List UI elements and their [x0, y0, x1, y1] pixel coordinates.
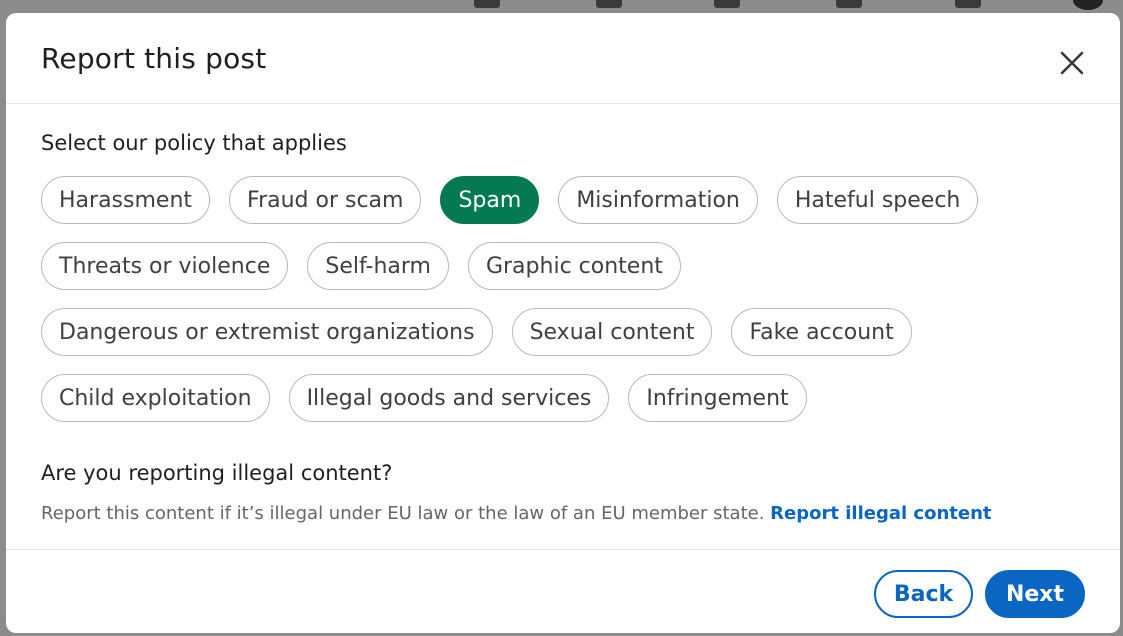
chip-hateful-speech[interactable]: Hateful speech — [776, 176, 979, 224]
close-button[interactable] — [1056, 47, 1088, 79]
dialog-header: Report this post — [6, 13, 1120, 104]
report-illegal-content-link[interactable]: Report illegal content — [770, 503, 991, 524]
nav-home-icon — [474, 0, 500, 8]
chip-fake-account[interactable]: Fake account — [731, 308, 912, 356]
dialog-footer: Back Next — [6, 549, 1120, 633]
chip-illegal-goods[interactable]: Illegal goods and services — [288, 374, 610, 422]
chip-dangerous-organizations[interactable]: Dangerous or extremist organizations — [41, 308, 493, 356]
policy-section-title: Select our policy that applies — [41, 131, 347, 155]
nav-notifications-icon — [955, 0, 981, 8]
next-button[interactable]: Next — [985, 570, 1085, 618]
chip-row: Threats or violence Self-harm Graphic co… — [41, 242, 1091, 290]
back-button[interactable]: Back — [874, 570, 973, 618]
chip-sexual-content[interactable]: Sexual content — [511, 308, 713, 356]
dialog-title: Report this post — [41, 42, 267, 75]
chip-row: Harassment Fraud or scam Spam Misinforma… — [41, 176, 1091, 224]
chip-misinformation[interactable]: Misinformation — [558, 176, 758, 224]
chip-fraud-or-scam[interactable]: Fraud or scam — [229, 176, 422, 224]
chip-threats-or-violence[interactable]: Threats or violence — [41, 242, 289, 290]
close-icon — [1060, 51, 1084, 75]
chip-child-exploitation[interactable]: Child exploitation — [41, 374, 270, 422]
illegal-description-text: Report this content if it’s illegal unde… — [41, 503, 771, 524]
avatar — [1073, 0, 1103, 10]
background-nav — [0, 0, 1123, 14]
nav-messaging-icon — [836, 0, 862, 8]
chip-graphic-content[interactable]: Graphic content — [467, 242, 681, 290]
chip-infringement[interactable]: Infringement — [628, 374, 807, 422]
nav-jobs-icon — [714, 0, 740, 8]
chip-row: Child exploitation Illegal goods and ser… — [41, 374, 1091, 422]
illegal-content-description: Report this content if it’s illegal unde… — [41, 503, 992, 524]
illegal-content-question: Are you reporting illegal content? — [41, 461, 393, 485]
policy-chip-group: Harassment Fraud or scam Spam Misinforma… — [41, 176, 1091, 440]
chip-spam[interactable]: Spam — [440, 176, 540, 224]
nav-network-icon — [596, 0, 622, 8]
chip-harassment[interactable]: Harassment — [41, 176, 211, 224]
chip-self-harm[interactable]: Self-harm — [307, 242, 449, 290]
chip-row: Dangerous or extremist organizations Sex… — [41, 308, 1091, 356]
report-post-dialog: Report this post Select our policy that … — [6, 13, 1120, 633]
